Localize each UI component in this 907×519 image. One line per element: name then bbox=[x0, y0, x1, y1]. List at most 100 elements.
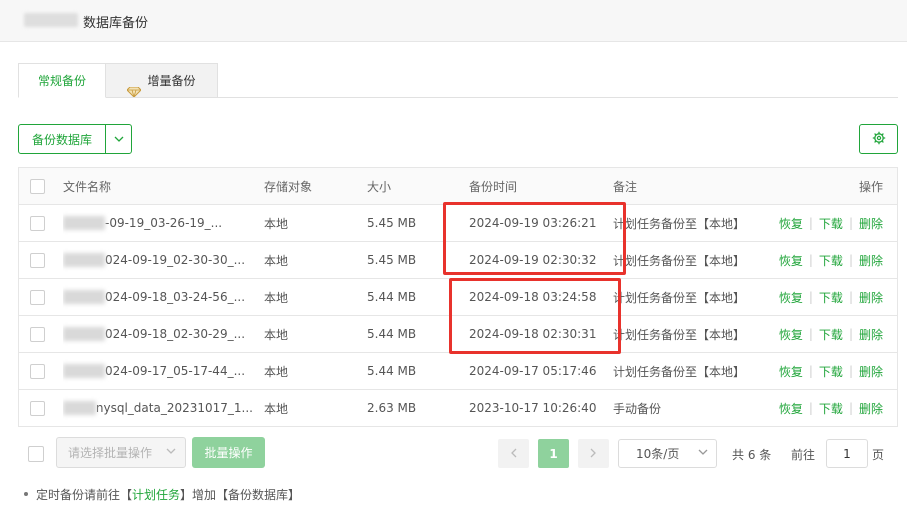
row-checkbox[interactable] bbox=[30, 252, 45, 268]
file-name: nysql_data_20231017_1... bbox=[95, 401, 253, 415]
select-all-checkbox[interactable] bbox=[30, 178, 45, 194]
row-checkbox[interactable] bbox=[30, 363, 45, 379]
size-cell: 5.44 MB bbox=[367, 364, 417, 378]
restore-link[interactable]: 恢复 bbox=[779, 400, 803, 417]
download-link[interactable]: 下载 bbox=[819, 400, 843, 417]
table-row: 024-09-18_02-30-29_... 本地 5.44 MB 2024-0… bbox=[19, 316, 897, 353]
note-cell: 计划任务备份至【本地】 bbox=[613, 253, 746, 268]
divider: | bbox=[848, 401, 853, 415]
redacted-text bbox=[24, 13, 78, 27]
storage-cell: 本地 bbox=[264, 290, 289, 305]
file-name: 024-09-19_02-30-30_... bbox=[105, 253, 246, 267]
divider: | bbox=[808, 290, 813, 304]
column-header-actions: 操作 bbox=[858, 179, 883, 194]
file-name: 024-09-17_05-17-44_... bbox=[105, 364, 246, 378]
backup-table: 文件名称 存储对象 大小 备份时间 备注 操作 -09-19_03-26-19_… bbox=[18, 167, 898, 427]
note-cell: 手动备份 bbox=[613, 401, 662, 416]
column-header-note: 备注 bbox=[613, 179, 638, 194]
download-link[interactable]: 下载 bbox=[819, 215, 843, 232]
divider: | bbox=[848, 290, 853, 304]
hint-suffix: 】增加【备份数据库】 bbox=[180, 488, 301, 502]
next-page-button[interactable] bbox=[578, 439, 609, 468]
divider: | bbox=[808, 216, 813, 230]
row-actions: 恢复 | 下载 | 删除 bbox=[763, 390, 883, 426]
download-link[interactable]: 下载 bbox=[819, 252, 843, 269]
redacted-text bbox=[63, 364, 105, 378]
diamond-icon bbox=[126, 76, 143, 98]
restore-link[interactable]: 恢复 bbox=[779, 215, 803, 232]
row-actions: 恢复 | 下载 | 删除 bbox=[763, 205, 883, 241]
download-link[interactable]: 下载 bbox=[819, 363, 843, 380]
redacted-text bbox=[63, 401, 96, 415]
delete-link[interactable]: 删除 bbox=[859, 252, 883, 269]
size-cell: 5.44 MB bbox=[367, 327, 417, 341]
column-header-time[interactable]: 备份时间 bbox=[469, 168, 609, 204]
note-cell: 计划任务备份至【本地】 bbox=[613, 327, 746, 342]
size-cell: 5.44 MB bbox=[367, 290, 417, 304]
batch-operation-select[interactable]: 请选择批量操作 bbox=[56, 437, 186, 468]
divider: | bbox=[848, 216, 853, 230]
column-header-storage: 存储对象 bbox=[264, 179, 313, 194]
note-cell: 计划任务备份至【本地】 bbox=[613, 216, 746, 231]
divider: | bbox=[808, 401, 813, 415]
tab-regular-backup[interactable]: 常规备份 bbox=[18, 63, 106, 98]
storage-cell: 本地 bbox=[264, 253, 289, 268]
chevron-down-icon bbox=[166, 446, 176, 457]
prev-page-button[interactable] bbox=[498, 439, 529, 468]
delete-link[interactable]: 删除 bbox=[859, 215, 883, 232]
page-size-select[interactable]: 10条/页 bbox=[618, 439, 717, 468]
time-cell: 2024-09-17 05:17:46 bbox=[469, 364, 597, 378]
page-size-value: 10条/页 bbox=[636, 447, 680, 461]
restore-link[interactable]: 恢复 bbox=[779, 363, 803, 380]
backup-database-button[interactable]: 备份数据库 bbox=[18, 124, 132, 154]
goto-label: 前往 bbox=[791, 448, 816, 462]
delete-link[interactable]: 删除 bbox=[859, 326, 883, 343]
file-name: 024-09-18_02-30-29_... bbox=[105, 327, 246, 341]
note-cell: 计划任务备份至【本地】 bbox=[613, 364, 746, 379]
file-name: 024-09-18_03-24-56_... bbox=[105, 290, 246, 304]
delete-link[interactable]: 删除 bbox=[859, 363, 883, 380]
time-cell: 2024-09-18 02:30:31 bbox=[469, 327, 597, 341]
chevron-down-icon[interactable] bbox=[106, 134, 131, 145]
delete-link[interactable]: 删除 bbox=[859, 289, 883, 306]
tab-incremental-backup[interactable]: 增量备份 bbox=[106, 63, 218, 98]
footer-select-all-checkbox[interactable] bbox=[28, 446, 44, 462]
chevron-down-icon bbox=[698, 447, 708, 458]
row-checkbox[interactable] bbox=[30, 400, 45, 416]
table-row: 024-09-19_02-30-30_... 本地 5.45 MB 2024-0… bbox=[19, 242, 897, 279]
scheduled-task-link[interactable]: 计划任务 bbox=[132, 488, 180, 502]
download-link[interactable]: 下载 bbox=[819, 289, 843, 306]
redacted-text bbox=[63, 327, 105, 341]
chevron-left-icon bbox=[510, 447, 517, 461]
batch-operation-button[interactable]: 批量操作 bbox=[192, 437, 265, 468]
column-header-name[interactable]: 文件名称 bbox=[63, 168, 253, 204]
total-count: 共 6 条 bbox=[732, 448, 772, 462]
download-link[interactable]: 下载 bbox=[819, 326, 843, 343]
column-header-size[interactable]: 大小 bbox=[367, 168, 457, 204]
table-row: 024-09-18_03-24-56_... 本地 5.44 MB 2024-0… bbox=[19, 279, 897, 316]
redacted-text bbox=[63, 253, 105, 267]
size-cell: 5.45 MB bbox=[367, 216, 417, 230]
table-row: -09-19_03-26-19_... 本地 5.45 MB 2024-09-1… bbox=[19, 205, 897, 242]
divider: | bbox=[848, 327, 853, 341]
page-unit-label: 页 bbox=[872, 448, 885, 462]
row-checkbox[interactable] bbox=[30, 326, 45, 342]
divider: | bbox=[848, 364, 853, 378]
delete-link[interactable]: 删除 bbox=[859, 400, 883, 417]
storage-cell: 本地 bbox=[264, 401, 289, 416]
divider: | bbox=[808, 327, 813, 341]
backup-hint: 定时备份请前往【计划任务】增加【备份数据库】 bbox=[24, 486, 300, 503]
settings-button[interactable] bbox=[859, 124, 898, 154]
page-1-button[interactable]: 1 bbox=[538, 439, 569, 468]
time-cell: 2024-09-19 03:26:21 bbox=[469, 216, 597, 230]
row-actions: 恢复 | 下载 | 删除 bbox=[763, 242, 883, 278]
tab-label: 常规备份 bbox=[37, 74, 86, 88]
goto-page-input[interactable] bbox=[826, 439, 868, 468]
restore-link[interactable]: 恢复 bbox=[779, 289, 803, 306]
row-checkbox[interactable] bbox=[30, 215, 45, 231]
divider: | bbox=[808, 253, 813, 267]
table-footer: 请选择批量操作 批量操作 1 10条/页 共 6 条 前往 页 bbox=[0, 436, 907, 472]
row-checkbox[interactable] bbox=[30, 289, 45, 305]
restore-link[interactable]: 恢复 bbox=[779, 252, 803, 269]
restore-link[interactable]: 恢复 bbox=[779, 326, 803, 343]
